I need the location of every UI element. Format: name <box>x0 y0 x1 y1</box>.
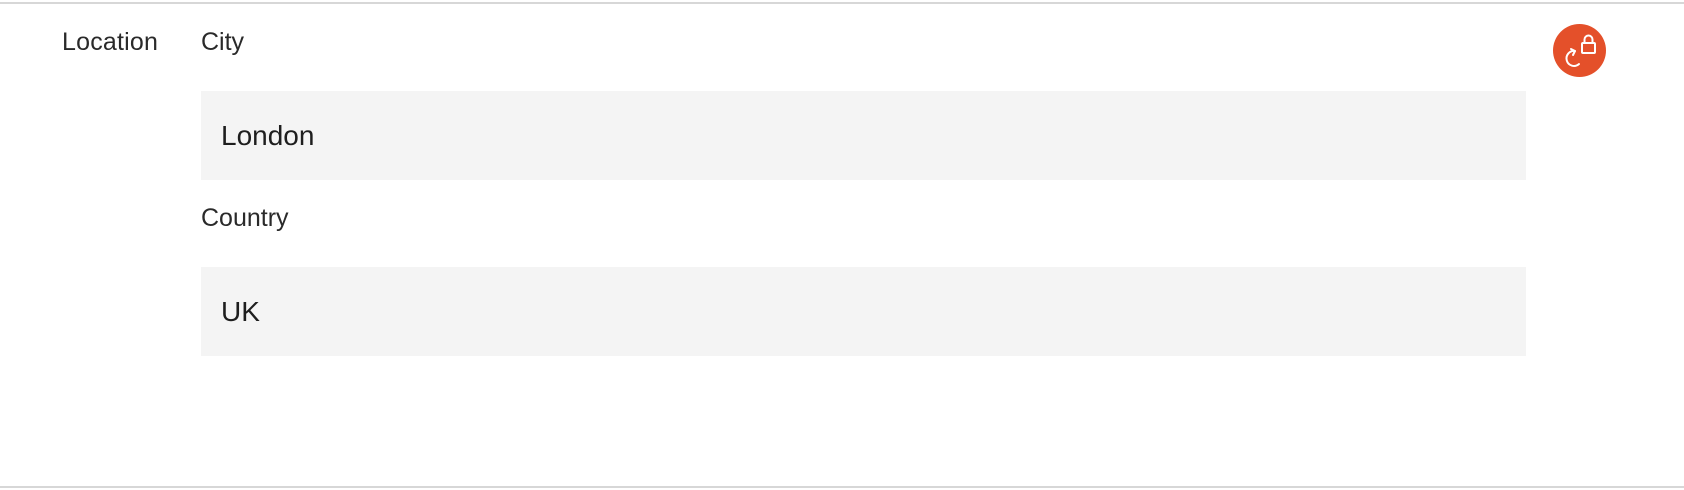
top-divider <box>0 2 1684 4</box>
bottom-divider <box>0 486 1684 488</box>
city-field[interactable]: London <box>201 91 1526 180</box>
revert-lock-icon <box>1565 34 1596 67</box>
section-label: Location <box>62 28 159 56</box>
country-label: Country <box>201 204 289 232</box>
revert-lock-button[interactable] <box>1553 24 1606 77</box>
city-label: City <box>201 28 245 56</box>
country-field[interactable]: UK <box>201 267 1526 356</box>
